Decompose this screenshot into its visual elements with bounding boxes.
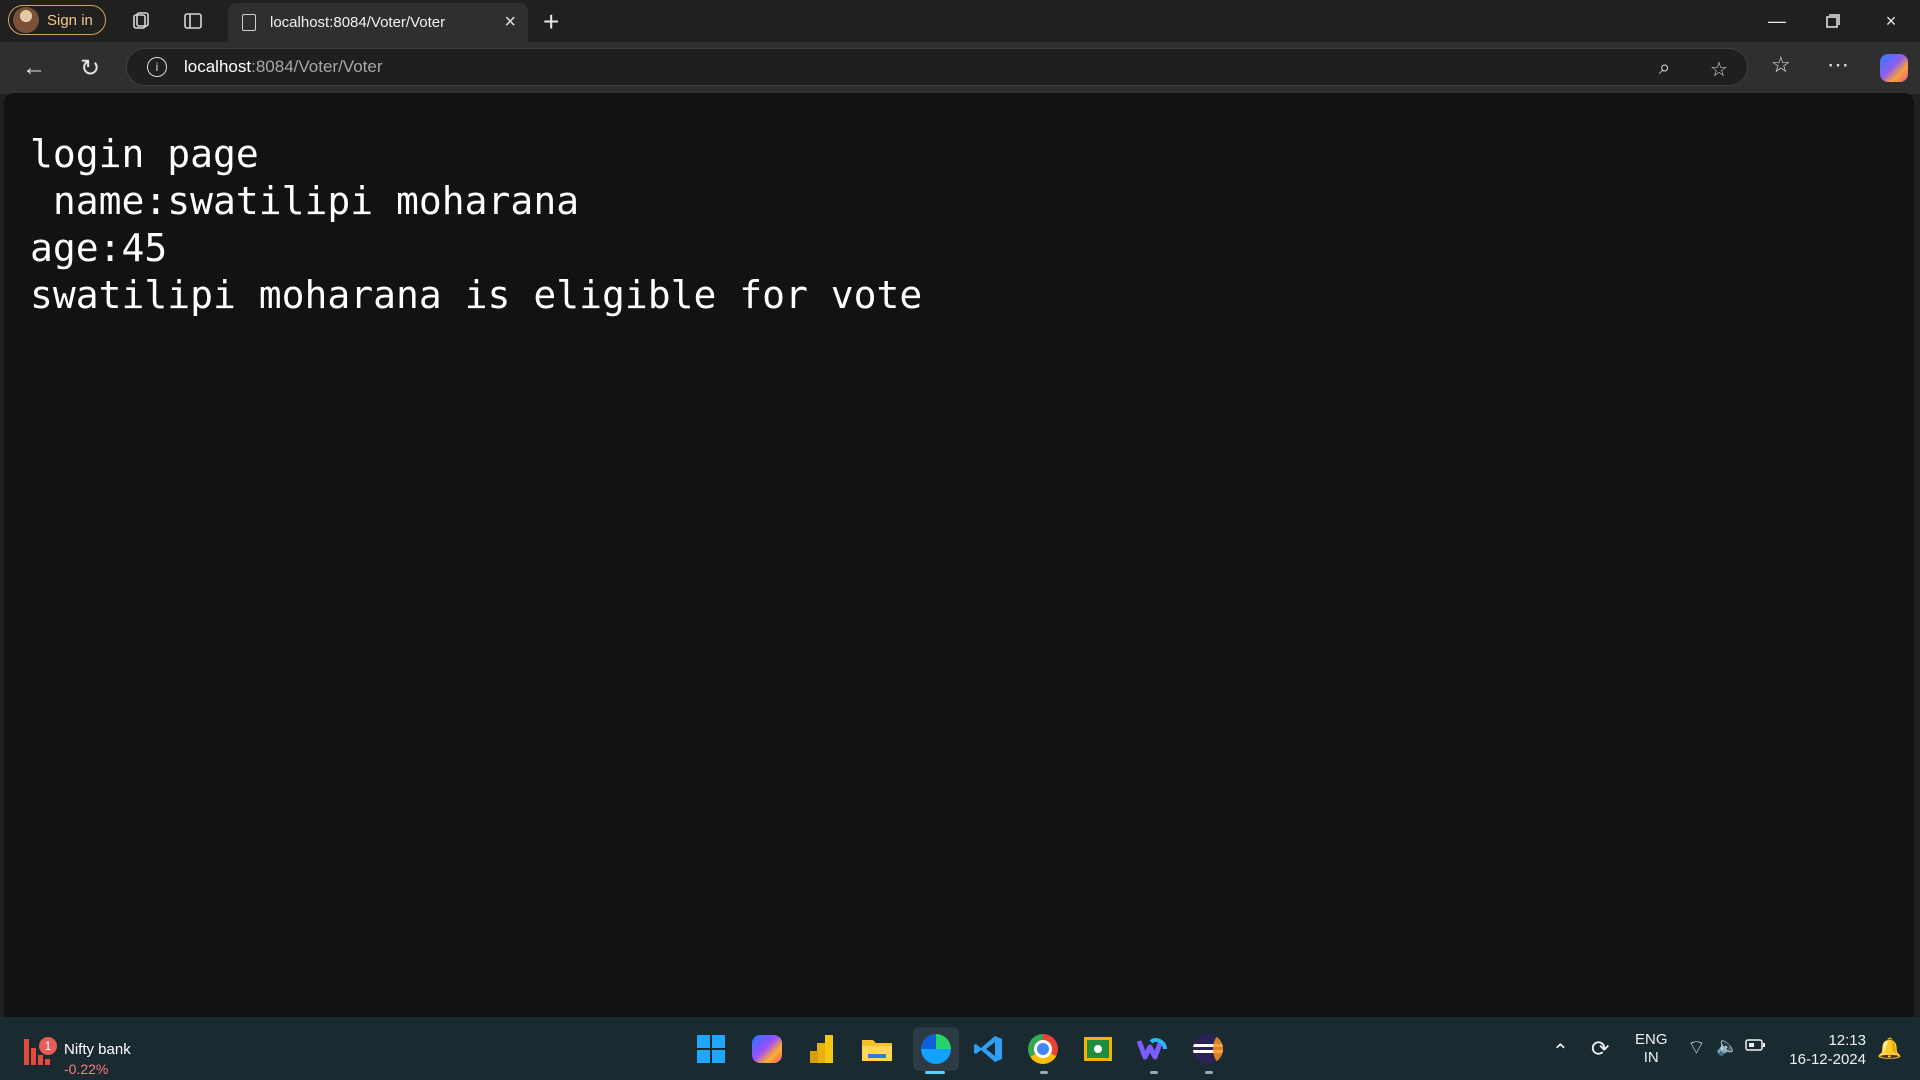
favorites-list-icon[interactable]: ☆ (1771, 52, 1791, 78)
volume-icon[interactable]: 🔈 (1716, 1036, 1738, 1057)
webex-icon[interactable] (1134, 1030, 1172, 1068)
back-icon[interactable]: ← (18, 52, 50, 84)
page-icon (242, 14, 256, 31)
eclipse-icon[interactable] (1189, 1030, 1227, 1068)
workspaces-icon[interactable] (128, 8, 154, 34)
sync-icon[interactable]: ⟳ (1591, 1036, 1609, 1062)
file-explorer-icon[interactable] (858, 1030, 896, 1068)
web-page-content: login page name:swatilipi moharana age:45… (4, 93, 1914, 1017)
page-output-text: login page name:swatilipi moharana age:45… (30, 131, 922, 319)
copilot-icon[interactable] (1880, 54, 1908, 82)
clock[interactable]: 12:13 16-12-2024 (1786, 1031, 1866, 1069)
close-icon[interactable]: × (504, 11, 516, 34)
vscode-icon[interactable] (969, 1030, 1007, 1068)
windows-start-icon[interactable] (692, 1030, 730, 1068)
minimize-icon[interactable]: — (1754, 6, 1800, 36)
clock-date: 16-12-2024 (1789, 1051, 1866, 1068)
restore-icon[interactable] (1810, 6, 1856, 36)
region-code: IN (1643, 1049, 1659, 1066)
stocks-widget[interactable]: 1 Nifty bank -0.22% (24, 1027, 144, 1077)
eligibility-message: swatilipi moharana is eligible for vote (30, 273, 923, 317)
browser-toolbar: ← ↻ i localhost :8084/Voter/Voter ⌕ ☆ ☆ … (0, 42, 1920, 94)
language-indicator[interactable]: ENG IN (1635, 1031, 1668, 1067)
browser-title-bar: Sign in localhost:8084/Voter/Voter × + —… (0, 0, 1920, 42)
vertical-tabs-icon[interactable] (180, 8, 206, 34)
chevron-up-icon[interactable]: ⌃ (1552, 1039, 1569, 1064)
login-heading: login page (30, 132, 259, 176)
edge-active-indicator (925, 1071, 945, 1074)
widget-title: Nifty bank (64, 1041, 131, 1058)
favorite-star-icon[interactable]: ☆ (1710, 57, 1728, 82)
chrome-running-indicator (1040, 1071, 1048, 1074)
webex-running-indicator (1150, 1071, 1158, 1074)
sign-in-button[interactable]: Sign in (8, 5, 106, 35)
windows-taskbar: 1 Nifty bank -0.22% (0, 1017, 1920, 1080)
age-line: age:45 (30, 226, 168, 270)
address-path: :8084/Voter/Voter (251, 57, 383, 76)
clock-time: 12:13 (1828, 1032, 1866, 1049)
active-tab[interactable]: localhost:8084/Voter/Voter × (228, 3, 528, 42)
site-info-icon[interactable]: i (147, 57, 167, 77)
profile-avatar-icon (13, 7, 39, 33)
power-bi-icon[interactable] (803, 1030, 841, 1068)
language-code: ENG (1635, 1031, 1668, 1048)
edge-icon[interactable] (913, 1027, 959, 1071)
address-bar[interactable]: i localhost :8084/Voter/Voter ⌕ ☆ (126, 48, 1748, 86)
sign-in-label: Sign in (47, 11, 93, 29)
chrome-icon[interactable] (1024, 1030, 1062, 1068)
notification-bell-icon[interactable]: 🔔 (1877, 1036, 1902, 1061)
notification-badge: 1 (39, 1037, 57, 1055)
zoom-icon[interactable]: ⌕ (1659, 57, 1670, 80)
wifi-icon[interactable]: ⌔ (1687, 1035, 1706, 1060)
tab-title: localhost:8084/Voter/Voter (270, 14, 446, 31)
widget-change: -0.22% (64, 1061, 109, 1077)
battery-icon[interactable] (1745, 1038, 1765, 1056)
classroom-icon[interactable] (1079, 1030, 1117, 1068)
copilot-app-icon[interactable] (748, 1030, 786, 1068)
name-line: name:swatilipi moharana (30, 179, 580, 223)
close-window-icon[interactable]: × (1868, 6, 1914, 36)
new-tab-icon[interactable]: + (543, 6, 559, 38)
refresh-icon[interactable]: ↻ (74, 52, 106, 84)
eclipse-running-indicator (1205, 1071, 1213, 1074)
address-host: localhost (184, 57, 252, 76)
more-icon[interactable]: ⋯ (1827, 52, 1849, 78)
